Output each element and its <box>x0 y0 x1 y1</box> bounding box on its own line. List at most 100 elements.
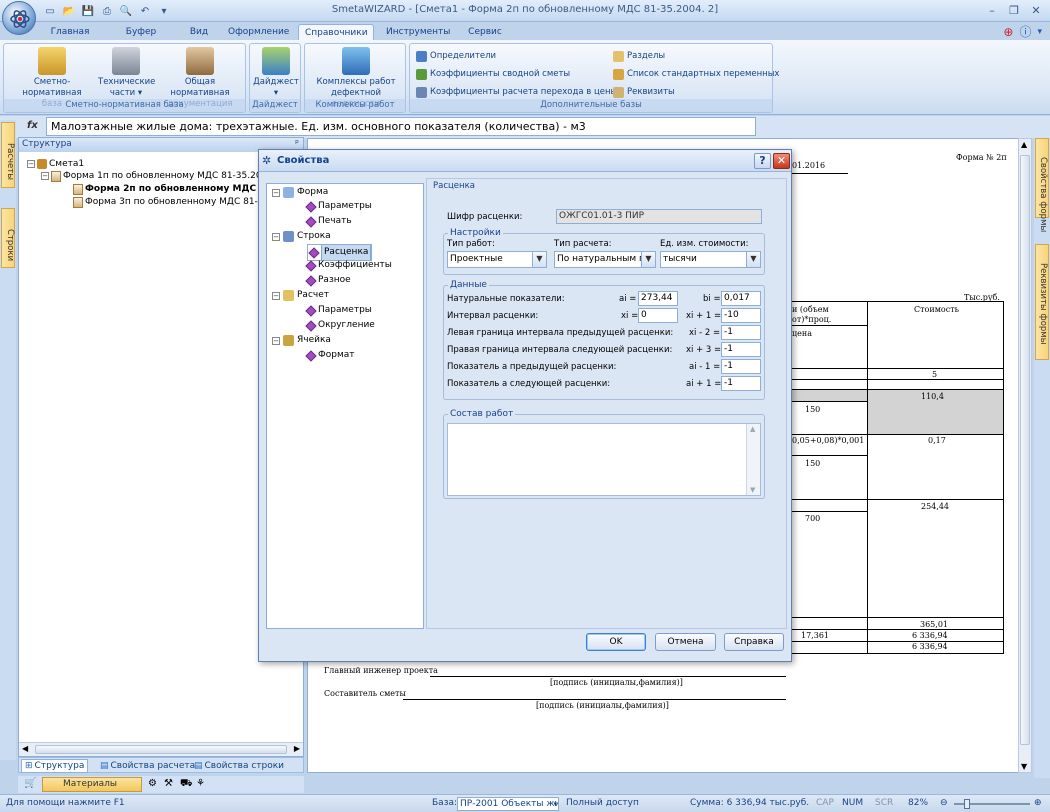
scroll-up-icon[interactable]: ▲ <box>1021 140 1027 149</box>
tab-design[interactable]: Оформление <box>222 24 292 41</box>
scroll-right-icon[interactable]: ▶ <box>294 744 300 753</box>
dialog-close-button[interactable]: ✕ <box>773 153 790 169</box>
aip1-input[interactable]: -1 <box>721 376 761 391</box>
materials-button[interactable]: Материалы <box>42 777 142 792</box>
collapse-icon[interactable]: − <box>272 232 280 241</box>
support-icon[interactable]: ⊕ <box>1003 25 1013 39</box>
tab-clipboard[interactable]: Буфер обмена <box>104 24 178 53</box>
tab-service[interactable]: Сервис <box>460 24 510 41</box>
tree-node-calc-round[interactable]: Округление <box>305 319 375 332</box>
xi-input[interactable]: 0 <box>638 308 678 323</box>
status-sum: Сумма: 6 336,94 тыс.руб. <box>690 798 810 808</box>
scroll-down-icon[interactable]: ▼ <box>1021 762 1027 771</box>
chevron-down-icon[interactable]: ▼ <box>641 252 655 267</box>
textarea-scrollbar[interactable]: ▲ ▼ <box>746 424 760 495</box>
chevron-down-icon[interactable]: ▼ <box>532 252 546 267</box>
tab-home[interactable]: Главная <box>40 24 100 41</box>
tab-view[interactable]: Вид <box>182 24 216 41</box>
minimize-icon[interactable]: – <box>982 2 1002 18</box>
scroll-thumb[interactable] <box>1020 155 1030 745</box>
tree-node-form-params[interactable]: Параметры <box>305 200 372 213</box>
maximize-icon[interactable]: ❐ <box>1004 2 1024 18</box>
docs-icon <box>186 47 214 75</box>
tree-node-form-print[interactable]: Печать <box>305 215 352 228</box>
basket-icon[interactable]: 🛒 <box>24 778 36 789</box>
technical-parts-button[interactable]: Технические части ▾ <box>98 47 155 99</box>
standard-vars-button[interactable]: Список стандартных переменных <box>613 66 779 82</box>
scroll-thumb[interactable] <box>35 745 287 754</box>
horizontal-scrollbar[interactable]: ◀ ▶ <box>19 742 303 756</box>
grid-line <box>792 499 1004 500</box>
collapse-icon[interactable]: − <box>272 336 280 345</box>
ok-button[interactable]: OK <box>586 633 646 651</box>
tree-node-cell-format[interactable]: Формат <box>305 349 355 362</box>
tab-tools[interactable]: Инструменты <box>380 24 454 41</box>
scroll-left-icon[interactable]: ◀ <box>22 744 28 753</box>
works-textarea[interactable]: ▲ ▼ <box>447 423 761 496</box>
scroll-up-icon[interactable]: ▲ <box>750 425 755 433</box>
tree-item-estimate[interactable]: − Смета1 <box>27 158 84 170</box>
collapse-icon[interactable]: − <box>27 160 35 168</box>
tab-calc-properties[interactable]: ▤ Свойства расчета <box>97 759 198 773</box>
formula-input[interactable]: Малоэтажные жилые дома: трехэтажные. Ед.… <box>46 117 756 136</box>
labor-icon[interactable]: ⚘ <box>196 778 205 789</box>
tree-node-row[interactable]: − Строка <box>272 230 331 243</box>
machine-icon[interactable]: ⚙ <box>148 778 157 789</box>
chevron-down-icon[interactable]: ▾ <box>553 798 557 810</box>
side-tab-calculations[interactable]: Расчеты <box>1 122 15 188</box>
determinants-button[interactable]: Определители <box>416 48 496 64</box>
doc-value: 700 <box>805 514 821 523</box>
chevron-down-icon[interactable]: ▼ <box>746 252 760 267</box>
bi-input[interactable]: 0,017 <box>721 291 761 306</box>
zoom-slider-thumb[interactable] <box>964 799 970 809</box>
sections-button[interactable]: Разделы <box>613 48 665 64</box>
ai-input[interactable]: 273,44 <box>638 291 678 306</box>
tree-node-row-coeffs[interactable]: Коэффициенты <box>305 259 392 272</box>
price-transition-coeffs-button[interactable]: Коэффициенты расчета перехода в цены <box>416 84 617 100</box>
xi1-input[interactable]: -10 <box>721 308 761 323</box>
dropdown-icon[interactable]: ▾ <box>1037 27 1042 37</box>
tree-node-cell[interactable]: − Ячейка <box>272 334 331 347</box>
calc-type-select[interactable]: По натуральным пс ▼ <box>554 251 656 268</box>
app-menu-button[interactable] <box>2 1 36 35</box>
structure-icon: ⊞ <box>25 760 33 771</box>
tree-item-form-2p[interactable]: Форма 2п по обновленному МДС 81 <box>73 183 272 195</box>
tree-item-form-1p[interactable]: − Форма 1п по обновленному МДС 81-35.200… <box>41 170 276 182</box>
side-tab-rows[interactable]: Строки <box>1 208 15 268</box>
tree-node-calc-params[interactable]: Параметры <box>305 304 372 317</box>
side-tab-form-properties[interactable]: Свойства формы <box>1035 138 1049 232</box>
tree-node-form[interactable]: − Форма <box>272 186 328 199</box>
cancel-button[interactable]: Отмена <box>655 633 716 651</box>
digest-button[interactable]: Дайджест ▾ <box>252 47 300 99</box>
collapse-icon[interactable]: − <box>41 172 49 180</box>
doc-form-number: Форма № 2п <box>956 153 1007 162</box>
summary-coeffs-button[interactable]: Коэффициенты сводной сметы <box>416 66 570 82</box>
collapse-icon[interactable]: − <box>272 188 280 197</box>
help-button[interactable]: Справка <box>724 633 784 651</box>
rate-code-field[interactable]: ОЖГС01.01-3 ПИР <box>556 209 762 224</box>
dialog-help-button[interactable]: ? <box>754 153 771 169</box>
close-icon[interactable]: ✕ <box>1026 2 1046 18</box>
work-type-select[interactable]: Проектные ▼ <box>447 251 547 268</box>
tree-item-form-3p[interactable]: Форма 3п по обновленному МДС 81-35.20 <box>73 196 284 208</box>
equipment-icon[interactable]: ⚒ <box>164 778 173 789</box>
tab-structure[interactable]: ⊞ Структура <box>21 759 89 773</box>
base-select[interactable]: ПР-2001 Объекты жи ▾ <box>457 797 559 811</box>
tree-node-calc[interactable]: − Расчет <box>272 289 329 302</box>
transport-icon[interactable]: ⛟ <box>180 778 193 791</box>
zoom-out-icon[interactable]: ⊖ <box>940 798 948 808</box>
tree-node-row-misc[interactable]: Разное <box>305 274 351 287</box>
requisites-button[interactable]: Реквизиты <box>613 84 675 100</box>
collapse-icon[interactable]: − <box>272 291 280 300</box>
info-icon[interactable]: ⓘ <box>1019 23 1031 40</box>
aim1-input[interactable]: -1 <box>721 359 761 374</box>
xim2-input[interactable]: -1 <box>721 325 761 340</box>
scroll-down-icon[interactable]: ▼ <box>750 486 755 494</box>
zoom-in-icon[interactable]: ⊕ <box>1034 798 1042 808</box>
unit-select[interactable]: тысячи ▼ <box>660 251 761 268</box>
side-tab-form-requisites[interactable]: Реквизиты формы <box>1035 244 1049 360</box>
xip3-input[interactable]: -1 <box>721 342 761 357</box>
tab-row-properties[interactable]: ▤ Свойства строки <box>191 759 287 773</box>
vertical-scrollbar[interactable]: ▲ ▼ <box>1018 138 1032 773</box>
doc-value: 0,17 <box>928 436 946 445</box>
